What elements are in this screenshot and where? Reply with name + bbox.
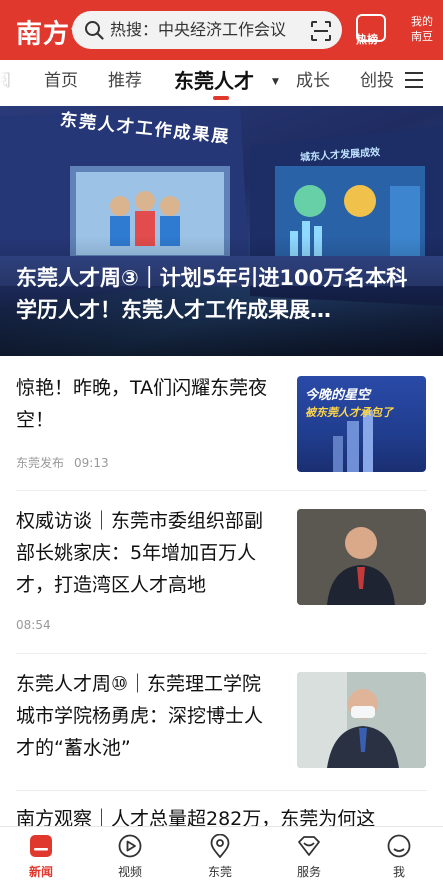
bottom-nav: 新闻 视频 东莞 服务 我 (0, 826, 443, 889)
nav-video[interactable]: 视频 (100, 827, 160, 889)
my-beans-button[interactable]: 我的 南豆 (404, 14, 440, 44)
list-item[interactable]: 权威访谈｜东莞市委组织部副部长姚家庆：5年增加百万人才，打造湾区人才高地 08:… (0, 491, 443, 653)
my-beans-label-2: 南豆 (411, 30, 433, 43)
news-thumbnail: 今晚的星空 被东莞人才承包了 (297, 376, 426, 472)
profile-icon (387, 834, 411, 858)
news-meta: 东莞发布 09:13 (16, 454, 119, 471)
hero-title: 东莞人才周③｜计划5年引进100万名本科学历人才！东莞人才工作成果展… (16, 266, 408, 322)
nav-dongguan[interactable]: 东莞 (190, 827, 250, 889)
thumbnail-image (297, 672, 426, 768)
hot-list-label: 热榜 (356, 33, 378, 46)
news-thumbnail (297, 509, 426, 605)
tab-dropdown-icon[interactable]: ▼ (272, 77, 279, 87)
nav-me-label: 我 (392, 865, 405, 879)
hero-banner[interactable]: 东莞人才工作成果展 城东人才发展成效 东莞人才周③｜计划5年引进100万名本科学… (0, 106, 443, 356)
video-icon (118, 834, 142, 858)
thumbnail-text-2: 被东莞人才承包了 (305, 406, 393, 419)
search-bar[interactable]: 热搜：中央经济工作会议 (72, 11, 342, 49)
nav-me[interactable]: 我 (369, 827, 429, 889)
nav-news-label: 新闻 (28, 865, 53, 879)
location-icon (210, 834, 230, 858)
top-bar: 南方+ 热搜：中央经济工作会议 热榜 我的 南豆 (0, 0, 443, 60)
service-icon (298, 836, 320, 856)
tab-growth[interactable]: 成长 (296, 60, 330, 102)
tabs-fade (0, 60, 16, 104)
channel-tabs: 阅 首页 推荐 东莞人才 ▼ 成长 创投 (0, 60, 443, 104)
news-thumbnail (297, 672, 426, 768)
news-time: 09:13 (74, 456, 109, 470)
news-title: 权威访谈｜东莞市委组织部副部长姚家庆：5年增加百万人才，打造湾区人才高地 (16, 510, 264, 596)
my-beans-label-1: 我的 (411, 15, 433, 28)
tab-venture[interactable]: 创投 (360, 60, 394, 102)
thumbnail-image (297, 509, 426, 605)
list-item[interactable]: 东莞人才周⑩｜东莞理工学院城市学院杨勇虎：深挖博士人才的“蓄水池” (0, 654, 443, 790)
thumbnail-text-1: 今晚的星空 (305, 388, 371, 403)
nav-video-label: 视频 (117, 865, 142, 879)
nav-service-label: 服务 (296, 865, 321, 879)
scan-icon[interactable] (310, 20, 332, 42)
search-icon (85, 21, 104, 40)
menu-icon[interactable] (405, 72, 423, 88)
news-meta: 08:54 (16, 618, 61, 632)
hot-list-button[interactable]: 热榜 (356, 14, 386, 48)
news-source: 东莞发布 (16, 456, 65, 470)
search-placeholder: 热搜：中央经济工作会议 (110, 20, 287, 39)
news-title: 南方观察｜人才总量超282万，东莞为何这 (16, 808, 376, 826)
nav-news[interactable]: 新闻 (11, 827, 71, 889)
nav-dongguan-label: 东莞 (207, 865, 232, 879)
active-tab-indicator (213, 96, 229, 100)
list-item[interactable]: 南方观察｜人才总量超282万，东莞为何这 (0, 791, 443, 826)
news-title: 东莞人才周⑩｜东莞理工学院城市学院杨勇虎：深挖博士人才的“蓄水池” (16, 673, 264, 759)
tab-recommend[interactable]: 推荐 (108, 60, 142, 102)
news-time: 08:54 (16, 618, 51, 632)
nav-service[interactable]: 服务 (279, 827, 339, 889)
news-title: 惊艳！昨晚，TA们闪耀东莞夜空！ (16, 377, 268, 431)
tab-home[interactable]: 首页 (44, 60, 78, 102)
list-item[interactable]: 惊艳！昨晚，TA们闪耀东莞夜空！ 东莞发布 09:13 今晚的星空 被东莞人才承包… (0, 356, 443, 490)
news-icon (30, 835, 52, 857)
